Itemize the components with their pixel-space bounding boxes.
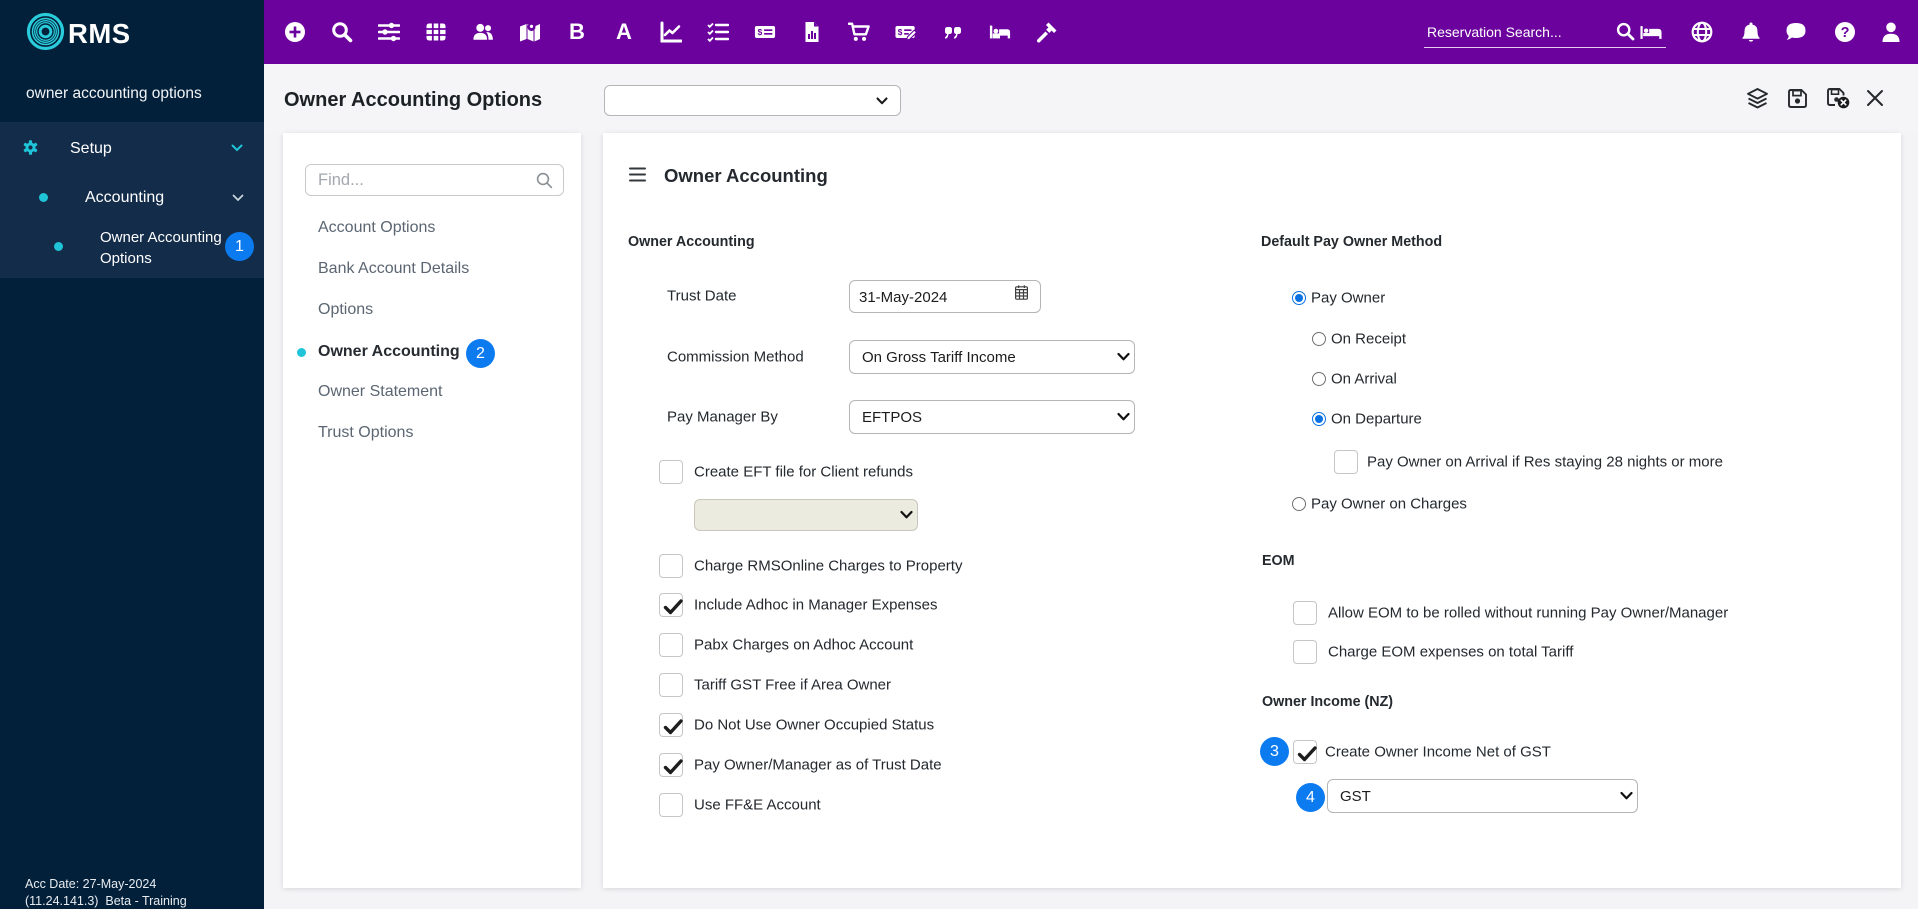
svg-text:$: $	[898, 28, 903, 37]
svg-text:?: ?	[1841, 25, 1850, 41]
svg-text:$: $	[758, 28, 763, 37]
